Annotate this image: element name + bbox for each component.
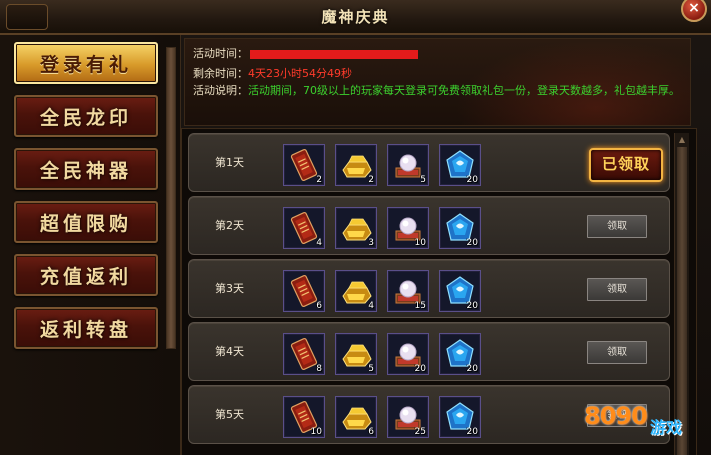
event-window: 魔神庆典 × 登录有礼 全民龙印 全民神器 超值限购 充值返利 返利转盘 活动时… bbox=[0, 0, 711, 455]
pearl-slot[interactable]: 15 bbox=[387, 270, 429, 312]
sidebar-item-label: 登录有礼 bbox=[39, 54, 132, 76]
gold-ingot-slot[interactable]: 2 bbox=[335, 144, 377, 186]
window-title: 魔神庆典 bbox=[321, 8, 390, 26]
blue-crystal-slot[interactable]: 20 bbox=[439, 333, 481, 375]
claim-button[interactable]: 领取 bbox=[587, 278, 647, 301]
pearl-slot[interactable]: 25 bbox=[387, 396, 429, 438]
event-desc-label: 活动说明： bbox=[193, 84, 248, 97]
item-count: 2 bbox=[316, 175, 322, 185]
sidebar-item-dragon-seal[interactable]: 全民龙印 bbox=[14, 95, 158, 137]
item-count: 4 bbox=[368, 301, 374, 311]
event-time-row: 活动时间： bbox=[193, 45, 418, 61]
item-count: 25 bbox=[414, 427, 426, 437]
item-count: 5 bbox=[420, 175, 426, 185]
pearl-slot[interactable]: 5 bbox=[387, 144, 429, 186]
sidebar-item-label: 全民龙印 bbox=[39, 107, 132, 129]
event-info-panel: 活动时间： 剩余时间：4天23小时54分49秒 活动说明：活动期间，70级以上的… bbox=[184, 38, 691, 126]
blue-crystal-slot[interactable]: 20 bbox=[439, 144, 481, 186]
gold-ingot-slot[interactable]: 3 bbox=[335, 207, 377, 249]
sidebar-item-label: 超值限购 bbox=[39, 213, 132, 235]
red-card-slot[interactable]: 6 bbox=[283, 270, 325, 312]
sidebar-item-login-gift[interactable]: 登录有礼 bbox=[14, 42, 158, 84]
sidebar-item-artifact[interactable]: 全民神器 bbox=[14, 148, 158, 190]
reward-row: 第2天 4 3 10 20 领取 bbox=[188, 196, 670, 255]
sidebar-item-rebate-wheel[interactable]: 返利转盘 bbox=[14, 307, 158, 349]
watermark-suffix: 游戏 bbox=[650, 418, 683, 437]
site-watermark: 8090 游戏 bbox=[584, 400, 704, 440]
sidebar-item-label: 充值返利 bbox=[39, 266, 132, 288]
close-icon: × bbox=[688, 0, 700, 16]
red-card-slot[interactable]: 10 bbox=[283, 396, 325, 438]
item-count: 20 bbox=[466, 175, 478, 185]
remaining-time-row: 剩余时间：4天23小时54分49秒 bbox=[193, 65, 352, 81]
claimed-badge: 已领取 bbox=[589, 148, 663, 182]
sidebar: 登录有礼 全民龙印 全民神器 超值限购 充值返利 返利转盘 bbox=[0, 35, 181, 455]
event-desc-row: 活动说明：活动期间，70级以上的玩家每天登录可免费领取礼包一份，登录天数越多，礼… bbox=[193, 82, 680, 98]
gold-ingot-slot[interactable]: 4 bbox=[335, 270, 377, 312]
day-label: 第4天 bbox=[215, 345, 244, 358]
remaining-time-value: 4天23小时54分49秒 bbox=[248, 67, 352, 80]
reward-row: 第1天 2 2 5 20 已领取 bbox=[188, 133, 670, 192]
item-count: 10 bbox=[414, 238, 426, 248]
item-count: 4 bbox=[316, 238, 322, 248]
claim-button[interactable]: 领取 bbox=[587, 341, 647, 364]
item-count: 3 bbox=[368, 238, 374, 248]
item-count: 20 bbox=[466, 427, 478, 437]
item-count: 6 bbox=[316, 301, 322, 311]
scroll-up-icon[interactable]: ▲ bbox=[676, 134, 688, 146]
item-count: 5 bbox=[368, 364, 374, 374]
claim-button[interactable]: 领取 bbox=[587, 215, 647, 238]
pearl-slot[interactable]: 10 bbox=[387, 207, 429, 249]
reward-row: 第4天 8 5 20 20 领取 bbox=[188, 322, 670, 381]
pearl-slot[interactable]: 20 bbox=[387, 333, 429, 375]
blue-crystal-slot[interactable]: 20 bbox=[439, 270, 481, 312]
blue-crystal-slot[interactable]: 20 bbox=[439, 396, 481, 438]
item-count: 20 bbox=[466, 364, 478, 374]
item-count: 10 bbox=[310, 427, 322, 437]
title-bar: 魔神庆典 × bbox=[0, 0, 711, 35]
sidebar-item-limited-buy[interactable]: 超值限购 bbox=[14, 201, 158, 243]
day-label: 第5天 bbox=[215, 408, 244, 421]
event-time-redacted bbox=[250, 49, 418, 59]
item-count: 15 bbox=[414, 301, 426, 311]
day-label: 第2天 bbox=[215, 219, 244, 232]
watermark-brand: 8090 bbox=[584, 402, 648, 430]
item-count: 20 bbox=[466, 238, 478, 248]
event-desc-value: 活动期间，70级以上的玩家每天登录可免费领取礼包一份，登录天数越多，礼包越丰厚。 bbox=[248, 84, 680, 97]
sidebar-scrollbar[interactable] bbox=[166, 47, 176, 349]
day-label: 第1天 bbox=[215, 156, 244, 169]
event-time-label: 活动时间： bbox=[193, 47, 248, 60]
sidebar-item-recharge-rebate[interactable]: 充值返利 bbox=[14, 254, 158, 296]
red-card-slot[interactable]: 8 bbox=[283, 333, 325, 375]
sidebar-item-label: 返利转盘 bbox=[39, 319, 132, 341]
day-label: 第3天 bbox=[215, 282, 244, 295]
item-count: 20 bbox=[466, 301, 478, 311]
item-count: 6 bbox=[368, 427, 374, 437]
reward-row: 第3天 6 4 15 20 领取 bbox=[188, 259, 670, 318]
item-count: 8 bbox=[316, 364, 322, 374]
red-card-slot[interactable]: 2 bbox=[283, 144, 325, 186]
blue-crystal-slot[interactable]: 20 bbox=[439, 207, 481, 249]
gold-ingot-slot[interactable]: 5 bbox=[335, 333, 377, 375]
red-card-slot[interactable]: 4 bbox=[283, 207, 325, 249]
sidebar-item-label: 全民神器 bbox=[39, 160, 132, 182]
remaining-time-label: 剩余时间： bbox=[193, 67, 248, 80]
scrollbar-thumb[interactable] bbox=[167, 48, 175, 348]
item-count: 2 bbox=[368, 175, 374, 185]
gold-ingot-slot[interactable]: 6 bbox=[335, 396, 377, 438]
item-count: 20 bbox=[414, 364, 426, 374]
